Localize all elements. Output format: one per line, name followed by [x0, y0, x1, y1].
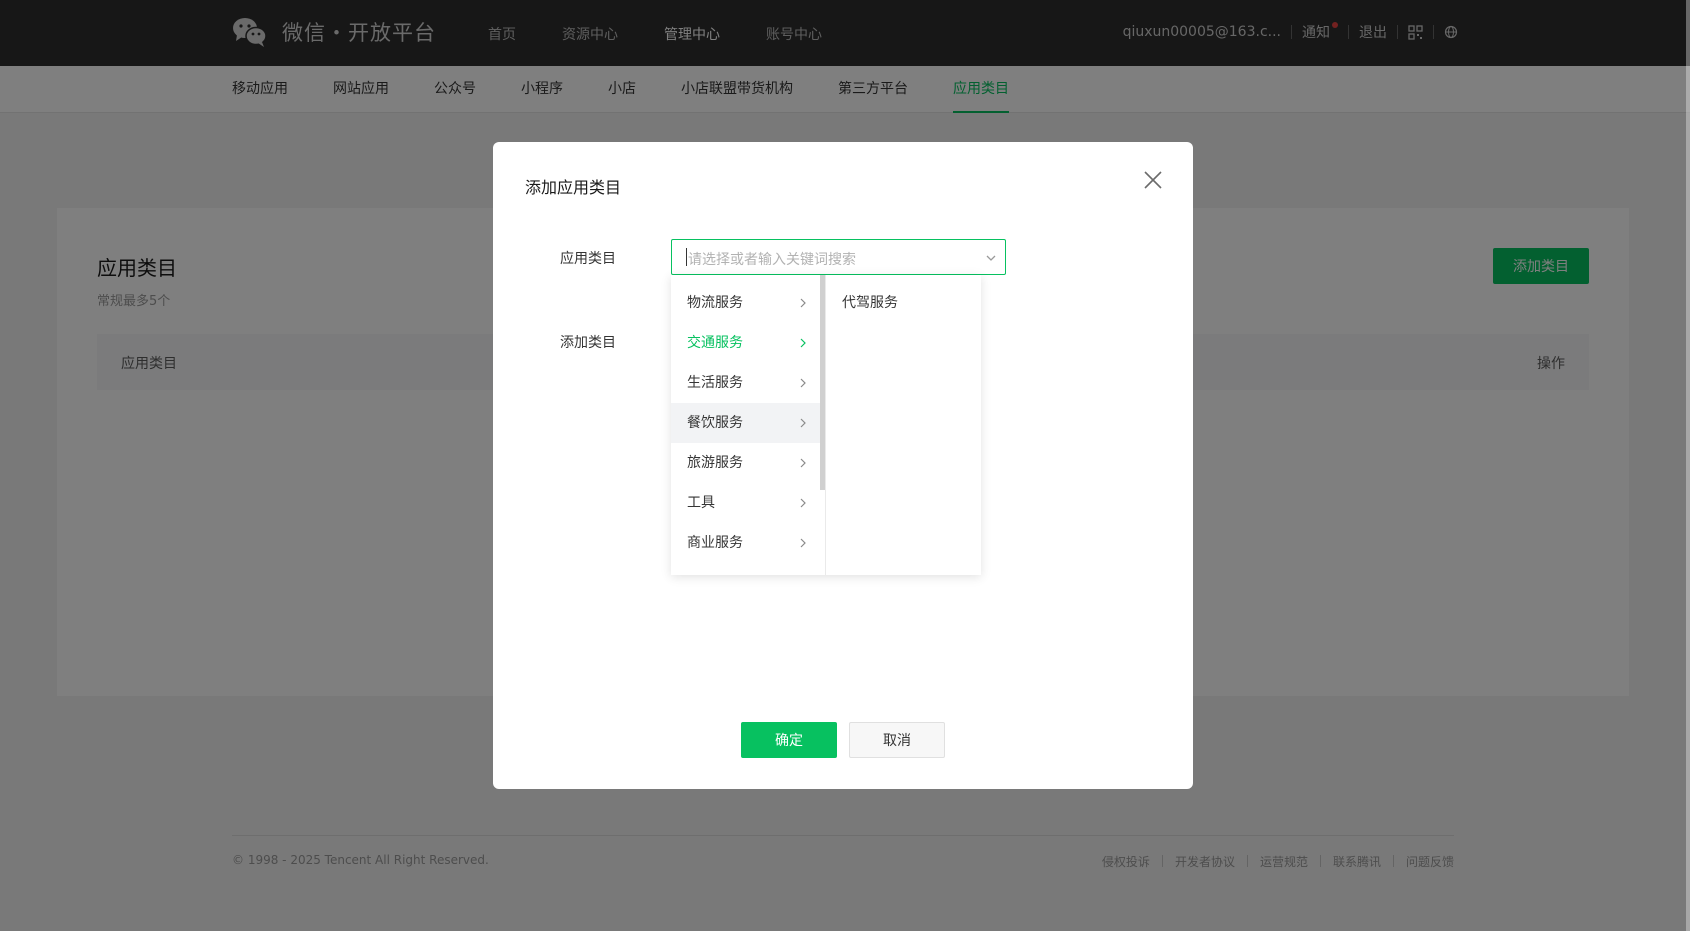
chevron-right-icon	[800, 458, 806, 468]
cascader-option[interactable]: 物流服务	[671, 283, 825, 323]
option-label: 商业服务	[687, 535, 743, 551]
chevron-right-icon	[800, 418, 806, 428]
option-label: 餐饮服务	[687, 415, 743, 431]
cascader-option-hovered[interactable]: 餐饮服务	[671, 403, 825, 443]
chevron-right-icon	[800, 338, 806, 348]
cascader-scrollbar[interactable]	[820, 275, 825, 490]
page-scrollbar[interactable]	[1686, 0, 1690, 931]
cascader-option[interactable]: 代驾服务	[826, 283, 981, 323]
cancel-button[interactable]: 取消	[849, 722, 945, 758]
close-icon[interactable]	[1141, 168, 1165, 192]
add-category-label: 添加类目	[560, 335, 616, 351]
chevron-right-icon	[800, 298, 806, 308]
category-select[interactable]: 请选择或者输入关键词搜索	[671, 239, 1006, 275]
option-label: 生活服务	[687, 375, 743, 391]
chevron-right-icon	[800, 378, 806, 388]
cascader-level1: 物流服务 交通服务 生活服务 餐饮服务 旅游服务 工具 商业服务	[671, 275, 826, 575]
chevron-right-icon	[800, 498, 806, 508]
cascader-option-selected[interactable]: 交通服务	[671, 323, 825, 363]
confirm-button[interactable]: 确定	[741, 722, 837, 758]
add-category-dialog: 添加应用类目 应用类目 请选择或者输入关键词搜索 添加类目 物流服务 交通服务 …	[493, 142, 1193, 789]
dialog-title: 添加应用类目	[525, 178, 622, 197]
chevron-right-icon	[800, 538, 806, 548]
option-label: 交通服务	[687, 335, 743, 351]
cascader-option[interactable]: 生活服务	[671, 363, 825, 403]
option-label: 物流服务	[687, 295, 743, 311]
cascader-option[interactable]: 商业服务	[671, 523, 825, 563]
option-label: 代驾服务	[842, 295, 898, 311]
cascader-option[interactable]: 工具	[671, 483, 825, 523]
category-field-label: 应用类目	[560, 251, 616, 267]
category-cascader: 物流服务 交通服务 生活服务 餐饮服务 旅游服务 工具 商业服务 代驾服务	[671, 275, 981, 575]
text-cursor	[686, 248, 687, 266]
category-select-placeholder: 请选择或者输入关键词搜索	[688, 252, 856, 268]
cascader-option[interactable]: 旅游服务	[671, 443, 825, 483]
chevron-down-icon	[986, 255, 996, 261]
option-label: 工具	[687, 495, 715, 511]
cascader-level2: 代驾服务	[826, 275, 981, 575]
option-label: 旅游服务	[687, 455, 743, 471]
